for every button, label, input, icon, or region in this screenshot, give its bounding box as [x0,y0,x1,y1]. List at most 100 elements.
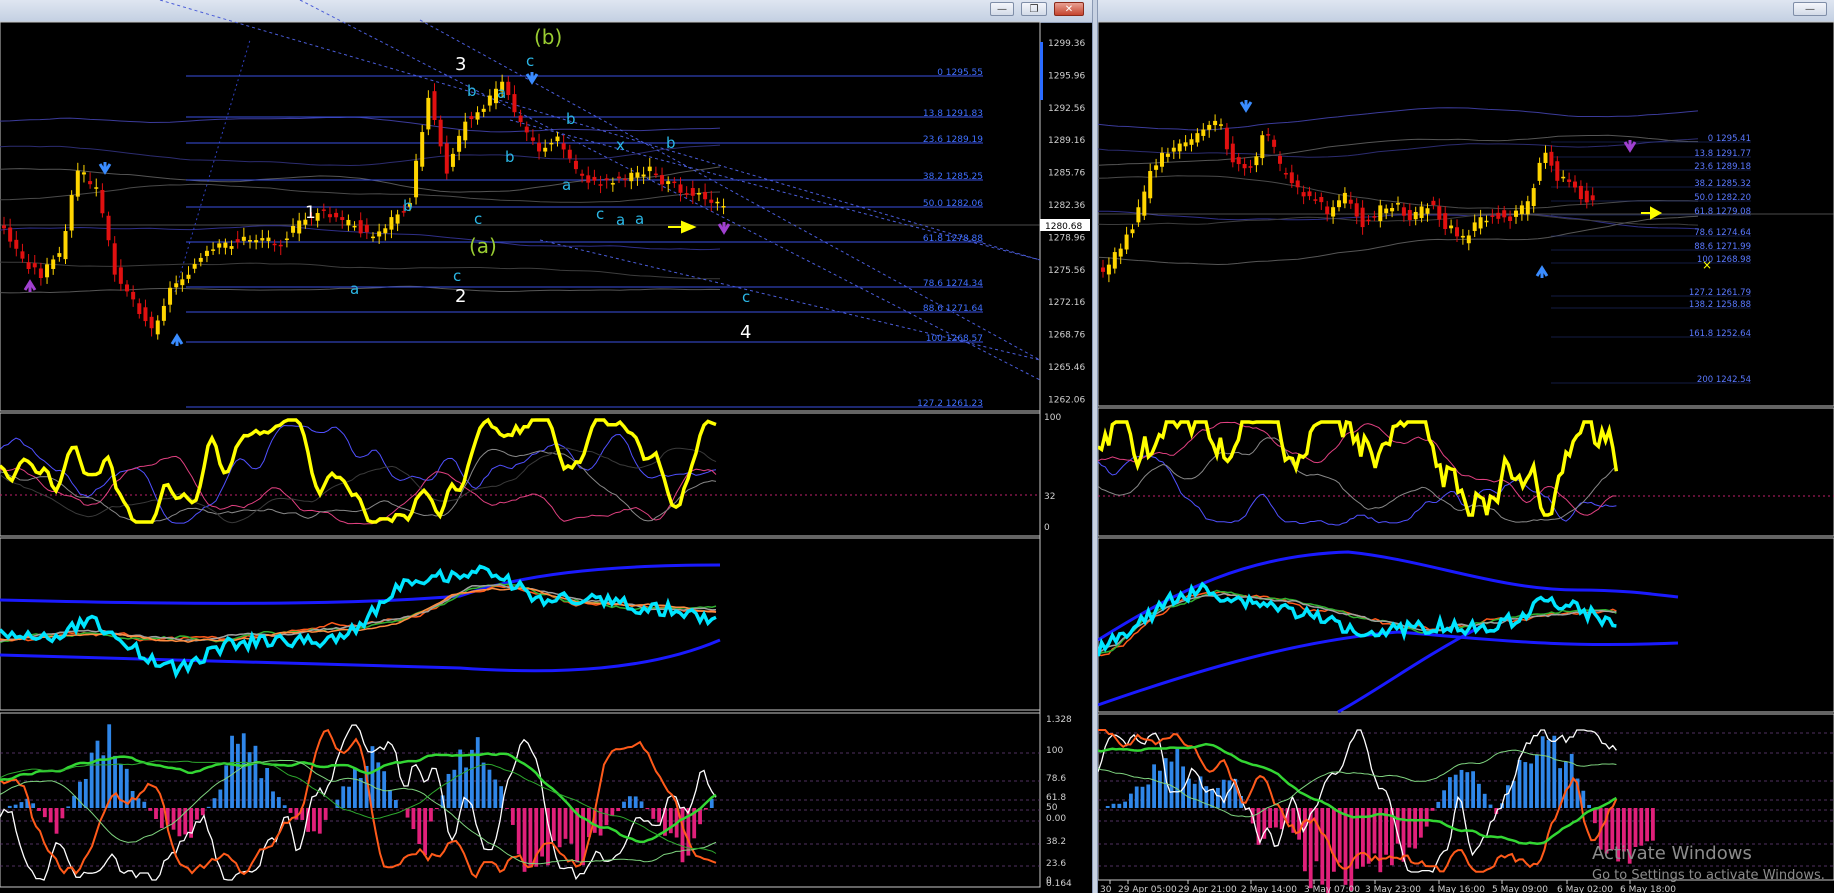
osc3-histogram-bar [429,808,433,822]
candle-body [1207,124,1212,130]
candle-body [26,262,31,269]
candle-body [1337,200,1341,208]
osc3-axis-label: 0.164 [1046,879,1072,889]
candle-body [1112,252,1117,269]
osc3-histogram-bar [1436,801,1441,808]
candle-body [278,244,283,247]
candle-body [653,173,658,176]
osc3-axis-label: 50 [1046,803,1058,813]
osc3-histogram-bar [259,778,264,808]
candle-body [131,291,136,300]
candle-body [1260,135,1265,159]
candle-body [1401,207,1406,216]
candle-body [1514,210,1518,217]
candle-body [567,149,572,159]
candle-body [629,172,634,182]
candle-body [149,316,154,329]
osc3-histogram-bar [19,802,24,808]
candle-body [1230,143,1235,163]
price-axis-label: 1295.96 [1048,71,1085,81]
osc3-histogram-bar [353,768,357,808]
left-chart-window[interactable]: 1299.36 1295.96 1292.56 1289.16 1285.76 1282.… [0,0,1092,893]
osc3-histogram-bar [1552,735,1557,808]
candle-body [1101,267,1105,272]
osc3-histogram-bar [78,781,82,808]
osc3-histogram-bar [323,808,328,820]
candle-body [1189,139,1194,145]
candle-body [377,231,382,237]
fib-level-label: 161.8 1252.64 [1689,329,1751,339]
osc3-histogram-bar [1175,747,1180,808]
osc3-histogram-bar [265,767,270,808]
candle-body [1496,212,1501,219]
osc3-histogram-bar [101,755,106,808]
osc3-histogram-bar [312,808,316,832]
candle-body [284,238,289,241]
fib-level-label: 23.6 1289.19 [923,135,983,145]
osc3-histogram-bar [1192,783,1197,808]
price-axis-label: 1299.36 [1048,39,1085,49]
osc1-axis-label: 100 [1044,413,1061,423]
candle-body [438,119,443,147]
osc3-histogram-bar [1419,808,1423,838]
candle-body [678,184,683,193]
candle-body [1142,191,1147,216]
candle-body [1466,235,1471,244]
wave-label-b: (b) [534,25,562,49]
osc3-histogram-bar [505,808,509,809]
price-axis-label: 1268.76 [1048,331,1085,341]
osc3-histogram-bar [66,806,71,808]
osc3-histogram-bar [557,808,562,848]
osc3-histogram-bar [1407,808,1412,848]
candle-body [88,181,93,185]
fib-level-label: 50.0 1282.06 [923,199,983,209]
candle-body [1407,210,1412,220]
candle-body [1254,156,1259,166]
osc3-histogram-bar [1413,808,1417,849]
osc3-histogram-bar [1337,808,1342,863]
candle-body [2,225,6,229]
fib-level-label: 23.6 1289.18 [1694,162,1751,172]
osc3-histogram-bar [393,800,398,808]
osc3-histogram-bar [1268,808,1272,828]
osc3-histogram-bar [1442,790,1446,808]
left-scroll-marker [1040,42,1043,100]
price-axis-label: 1282.36 [1048,201,1085,211]
candle-body [1490,215,1495,217]
osc3-histogram-bar [464,767,468,808]
candle-body [1201,129,1206,136]
osc3-histogram-bar [434,808,439,810]
candle-body [1460,235,1465,238]
osc3-histogram-bar [1326,808,1330,893]
osc3-histogram-bar [1517,759,1522,808]
wave-sublabel: a [616,211,625,229]
candle-body [1177,143,1182,152]
candle-body [1213,120,1218,126]
osc3-histogram-bar [1506,785,1510,808]
candle-body [1396,203,1400,205]
fib-level-label: 88.6 1271.64 [923,304,983,314]
osc3-histogram-bar [54,808,59,834]
candle-body [635,172,640,178]
osc3-histogram-bar [206,806,211,808]
candle-body [543,147,548,152]
wave-sublabel: c [742,288,750,306]
candle-body [690,188,695,196]
candle-body [112,243,117,275]
osc3-histogram-bar [1535,754,1539,808]
wave-label-1: 1 [305,203,316,223]
wave-sublabel: b [467,82,477,100]
candle-body [1502,210,1507,218]
right-chart-window[interactable]: 0 1295.41 13.8 1291.77 23.6 1289.18 38.2 12… [1098,0,1834,893]
candle-body [1549,151,1554,166]
candle-body [463,121,468,141]
osc3-histogram-bar [13,804,18,808]
osc3-histogram-bar [107,724,112,808]
activate-windows-subtitle: Go to Settings to activate Windows. [1592,868,1825,883]
candle-body [57,253,62,257]
candle-body [1425,208,1430,214]
time-axis-label: 4 May 16:00 [1429,885,1485,893]
price-axis-label: 1285.76 [1048,169,1085,179]
osc3-histogram-bar [1105,806,1110,808]
candle-body [647,166,652,172]
